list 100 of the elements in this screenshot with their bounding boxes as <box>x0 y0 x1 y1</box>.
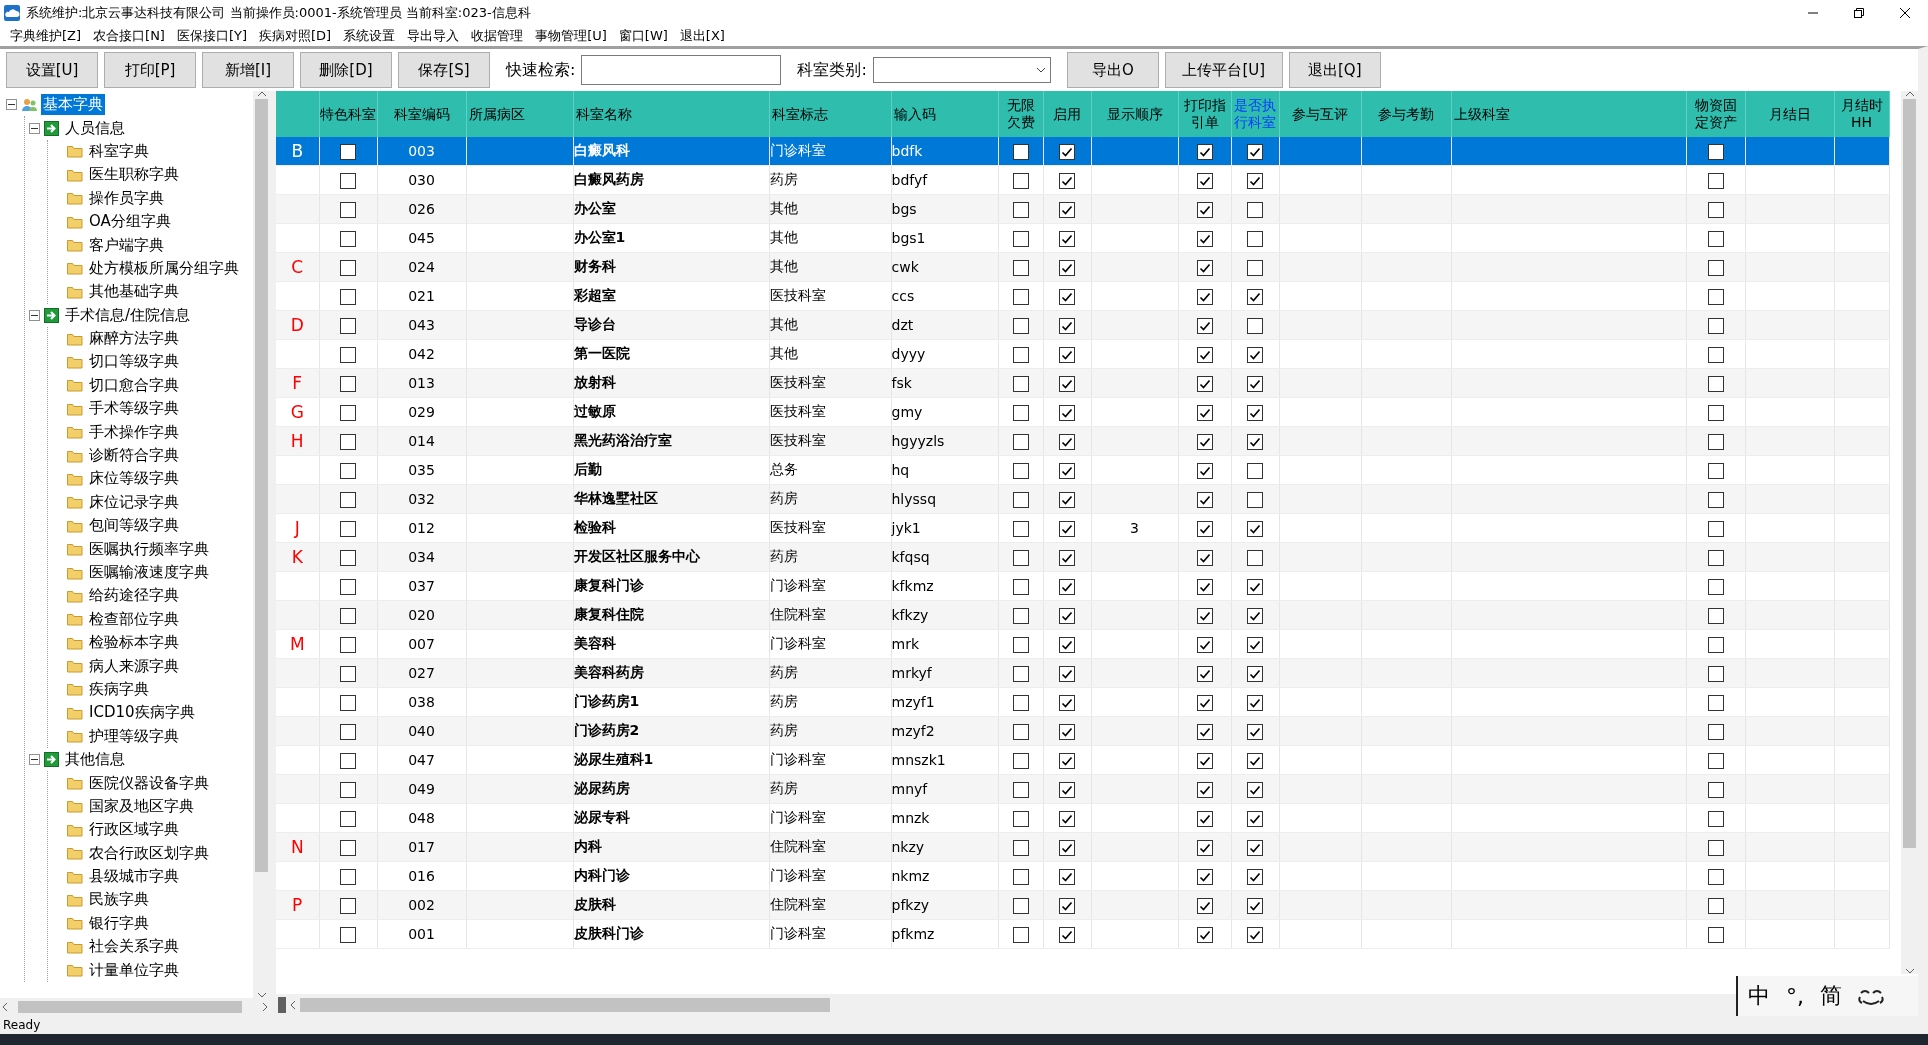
tree-item[interactable]: 切口等级字典 <box>87 351 181 373</box>
checkbox[interactable] <box>340 839 356 856</box>
checkbox[interactable] <box>1196 317 1213 334</box>
column-header[interactable]: 月结时HH <box>1834 91 1889 137</box>
checkbox[interactable] <box>1247 143 1263 160</box>
menu-item[interactable]: 窗口[W] <box>612 27 674 45</box>
checkbox[interactable] <box>1707 636 1724 653</box>
tree-item[interactable]: 医嘱输液速度字典 <box>87 562 211 583</box>
column-header[interactable]: 月结日 <box>1745 91 1834 137</box>
checkbox[interactable] <box>1059 346 1075 363</box>
checkbox[interactable] <box>340 723 356 740</box>
expander-icon[interactable] <box>29 309 40 321</box>
scrollbar[interactable] <box>1901 91 1918 974</box>
checkbox[interactable] <box>1247 433 1263 450</box>
checkbox[interactable] <box>1059 404 1075 421</box>
tree-item[interactable]: 床位记录字典 <box>87 491 181 513</box>
table-row[interactable]: H 014 黑光药浴治疗室 医技科室 hgyyzls <box>276 426 1889 456</box>
checkbox[interactable] <box>340 143 356 160</box>
checkbox[interactable] <box>1196 694 1213 711</box>
checkbox[interactable] <box>1707 520 1724 537</box>
checkbox[interactable] <box>1247 491 1263 508</box>
column-header[interactable]: 无限欠费 <box>998 91 1043 137</box>
scrollbar[interactable] <box>253 91 270 998</box>
checkbox[interactable] <box>1012 810 1029 827</box>
ime-indicator[interactable]: 中 <box>1748 981 1770 1011</box>
checkbox[interactable] <box>340 607 356 624</box>
checkbox[interactable] <box>1247 752 1263 769</box>
checkbox[interactable] <box>1059 230 1075 247</box>
tree-item[interactable]: 国家及地区字典 <box>87 795 196 817</box>
tree-item[interactable]: 科室字典 <box>87 140 151 162</box>
checkbox[interactable] <box>1012 926 1029 943</box>
search-field[interactable] <box>581 55 782 85</box>
checkbox[interactable] <box>1247 404 1263 421</box>
checkbox[interactable] <box>340 694 356 711</box>
column-header[interactable]: 打印指引单 <box>1178 91 1231 137</box>
table-row[interactable]: 040 门诊药房2 药房 mzyf2 <box>276 716 1889 746</box>
checkbox[interactable] <box>1059 868 1075 885</box>
checkbox[interactable] <box>340 926 356 943</box>
checkbox[interactable] <box>1707 346 1724 363</box>
checkbox[interactable] <box>1707 143 1724 160</box>
checkbox[interactable] <box>1012 172 1029 189</box>
checkbox[interactable] <box>1196 172 1213 189</box>
checkbox[interactable] <box>340 317 356 334</box>
tree-item[interactable]: 麻醉方法字典 <box>87 328 181 350</box>
checkbox[interactable] <box>1707 317 1724 334</box>
checkbox[interactable] <box>1707 375 1724 392</box>
table-row[interactable]: 020 康复科住院 住院科室 kfkzy <box>276 600 1889 630</box>
checkbox[interactable] <box>1707 839 1724 856</box>
scroll-up-icon[interactable] <box>1904 91 1915 97</box>
checkbox[interactable] <box>1196 723 1213 740</box>
checkbox[interactable] <box>1247 462 1263 479</box>
checkbox[interactable] <box>1059 375 1075 392</box>
checkbox[interactable] <box>1059 201 1075 218</box>
tree-item[interactable]: 包间等级字典 <box>87 515 181 537</box>
checkbox[interactable] <box>1059 723 1075 740</box>
table-row[interactable]: 026 办公室 其他 bgs <box>276 194 1889 224</box>
checkbox[interactable] <box>1059 288 1075 305</box>
checkbox[interactable] <box>1059 636 1075 653</box>
checkbox[interactable] <box>1247 578 1263 595</box>
menu-item[interactable]: 系统设置 <box>337 27 402 45</box>
checkbox[interactable] <box>1012 288 1029 305</box>
checkbox[interactable] <box>1012 781 1029 798</box>
column-header[interactable]: 参与互评 <box>1279 91 1361 137</box>
checkbox[interactable] <box>1196 230 1213 247</box>
tree-item[interactable]: OA分组字典 <box>87 211 173 233</box>
checkbox[interactable] <box>1196 897 1213 914</box>
scrollbar[interactable] <box>0 998 270 1016</box>
tree-item[interactable]: 切口愈合字典 <box>87 374 181 396</box>
checkbox[interactable] <box>1707 926 1724 943</box>
checkbox[interactable] <box>340 462 356 479</box>
checkbox[interactable] <box>340 549 356 566</box>
checkbox[interactable] <box>1707 810 1724 827</box>
checkbox[interactable] <box>1012 607 1029 624</box>
table-row[interactable]: M 007 美容科 门诊科室 mrk <box>276 629 1889 659</box>
checkbox[interactable] <box>1247 810 1263 827</box>
checkbox[interactable] <box>1247 520 1263 537</box>
tree-item[interactable]: 检查部位字典 <box>87 608 181 630</box>
checkbox[interactable] <box>1012 636 1029 653</box>
table-row[interactable]: 049 泌尿药房 药房 mnyf <box>276 774 1889 804</box>
table-row[interactable]: 042 第一医院 其他 dyyy <box>276 339 1889 369</box>
checkbox[interactable] <box>340 752 356 769</box>
checkbox[interactable] <box>1707 549 1724 566</box>
checkbox[interactable] <box>1247 317 1263 334</box>
menu-item[interactable]: 农合接口[N] <box>87 27 171 45</box>
checkbox[interactable] <box>1059 172 1075 189</box>
checkbox[interactable] <box>1196 839 1213 856</box>
checkbox[interactable] <box>1707 723 1724 740</box>
checkbox[interactable] <box>1196 549 1213 566</box>
tree-item[interactable]: 其他基础字典 <box>87 281 181 303</box>
scroll-left-icon[interactable] <box>2 1002 8 1012</box>
column-header[interactable]: 启用 <box>1043 91 1091 137</box>
checkbox[interactable] <box>1196 781 1213 798</box>
menu-item[interactable]: 退出[X] <box>673 27 731 45</box>
table-row[interactable]: 045 办公室1 其他 bgs1 <box>276 223 1889 253</box>
checkbox[interactable] <box>1012 549 1029 566</box>
checkbox[interactable] <box>1059 462 1075 479</box>
checkbox[interactable] <box>1247 665 1263 682</box>
checkbox[interactable] <box>1196 665 1213 682</box>
checkbox[interactable] <box>1059 839 1075 856</box>
tree-item[interactable]: 计量单位字典 <box>87 959 181 981</box>
